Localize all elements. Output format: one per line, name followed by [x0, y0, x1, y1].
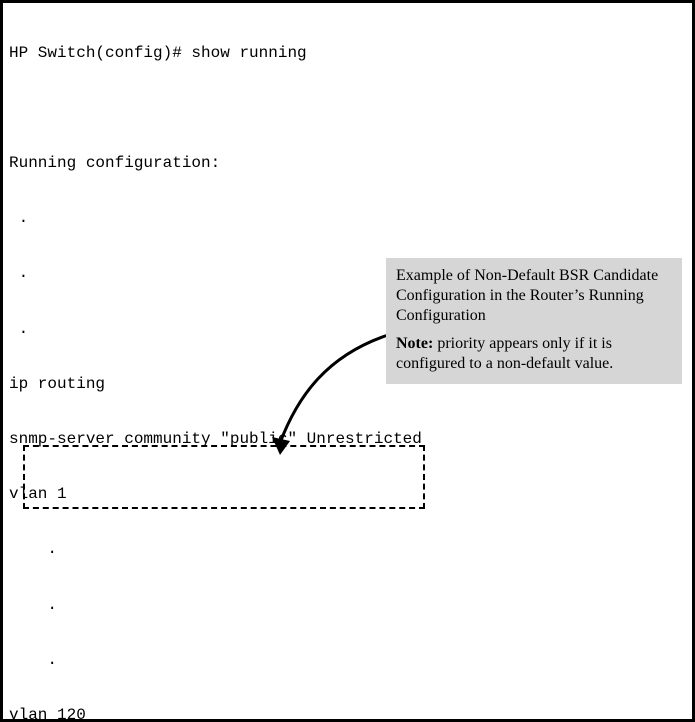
callout-title: Example of Non-Default BSR Candidate Con… [396, 266, 672, 326]
cli-line: vlan 1 [9, 485, 470, 503]
cli-line: . [9, 596, 470, 614]
cli-line: . [9, 209, 470, 227]
cli-line [9, 99, 470, 117]
cli-line: HP Switch(config)# show running [9, 44, 470, 62]
terminal-frame: HP Switch(config)# show running Running … [0, 0, 695, 722]
callout-note: Note: priority appears only if it is con… [396, 334, 672, 374]
callout-box: Example of Non-Default BSR Candidate Con… [386, 258, 682, 384]
callout-note-label: Note: [396, 335, 433, 352]
cli-line: . [9, 540, 470, 558]
cli-line: Running configuration: [9, 154, 470, 172]
cli-line: . [9, 651, 470, 669]
cli-line: vlan 120 [9, 706, 470, 722]
cli-line: snmp-server community "public" Unrestric… [9, 430, 470, 448]
